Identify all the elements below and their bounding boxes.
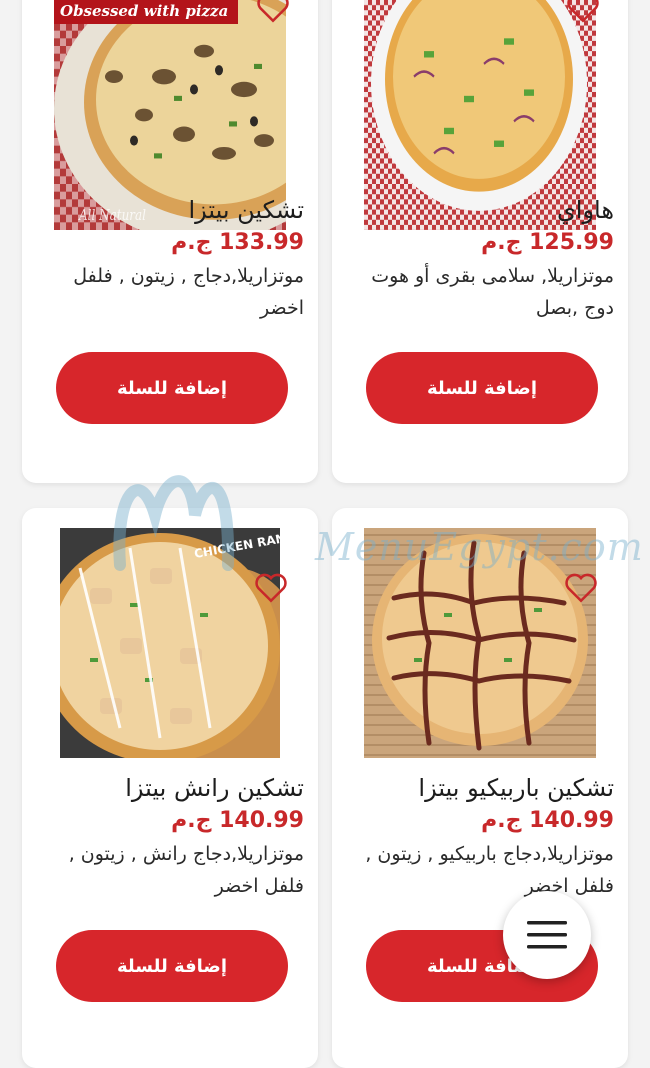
product-description: موتزاريلا,دجاج باربيكيو , زيتون , فلفل ا… [365,843,614,897]
product-price: 133.99 ج.م [171,230,304,255]
product-card: تشكين باربيكيو بيتزا 140.99 ج.م موتزاريل… [332,508,628,1068]
pizza-image: CHICKEN RANCH [60,528,280,758]
product-price: 140.99 ج.م [481,808,614,833]
favorite-heart-icon[interactable] [256,0,290,24]
product-title: تشكين بيتزا [188,196,304,224]
product-image[interactable] [364,528,596,758]
product-description: موتزاريلا,دجاج , زيتون , فلفل اخضر [73,265,304,319]
product-card: هاواي 125.99 ج.م موتزاريلا, سلامى بقرى أ… [332,0,628,483]
product-card: CHICKEN RANCH تشكين رانش بيتزا 140.99 ج.… [22,508,318,1068]
pizza-image [364,528,596,758]
product-price: 125.99 ج.م [481,230,614,255]
product-image[interactable]: CHICKEN RANCH [60,528,280,758]
product-description: موتزاريلا,دجاج رانش , زيتون , فلفل اخضر [68,843,304,897]
hamburger-menu-button[interactable] [503,891,591,979]
add-to-cart-button[interactable]: إضافة للسلة [366,352,598,424]
product-price: 140.99 ج.م [171,808,304,833]
product-card: All Natural Obsessed with pizza تشكين بي… [22,0,318,483]
hamburger-menu-icon [527,921,567,949]
product-description: موتزاريلا, سلامى بقرى أو هوت دوج ,بصل [371,265,614,319]
product-title: تشكين رانش بيتزا [125,774,304,802]
add-to-cart-button[interactable]: إضافة للسلة [56,352,288,424]
add-to-cart-button[interactable]: إضافة للسلة [56,930,288,1002]
favorite-heart-icon[interactable] [254,572,288,604]
product-title: هاواي [556,196,614,224]
image-badge: Obsessed with pizza [54,0,239,24]
favorite-heart-icon[interactable] [564,572,598,604]
product-title: تشكين باربيكيو بيتزا [418,774,614,802]
favorite-heart-icon[interactable] [566,0,600,24]
